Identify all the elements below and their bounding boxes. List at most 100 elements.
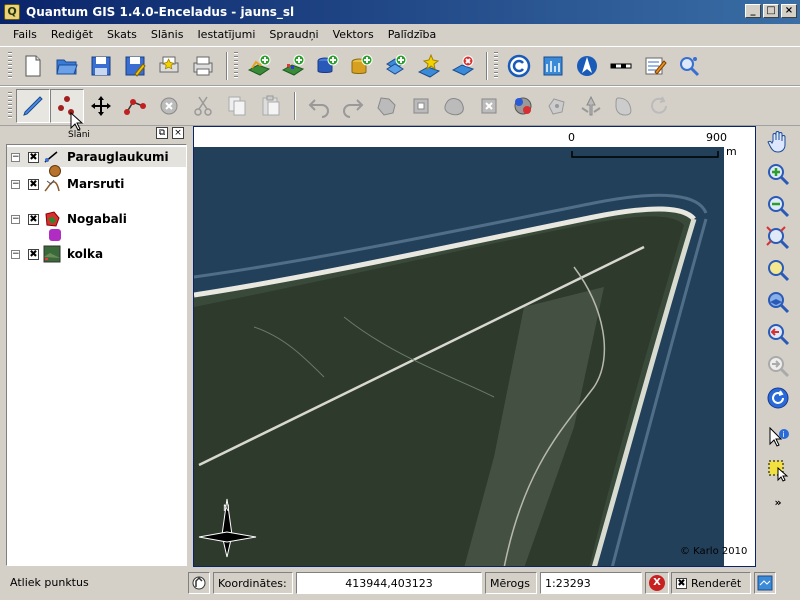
- save-as-icon[interactable]: [118, 49, 152, 83]
- reshape-icon[interactable]: [540, 89, 574, 123]
- layer-item-marsruti[interactable]: − ✖ Marsruti: [7, 174, 186, 194]
- paste-features-icon[interactable]: [254, 89, 288, 123]
- add-postgis-layer-icon[interactable]: [310, 49, 344, 83]
- print-composer-icon[interactable]: [152, 49, 186, 83]
- qgis-app-icon[interactable]: Q: [4, 4, 20, 20]
- scale-field[interactable]: 1:23293: [540, 572, 642, 594]
- maximize-button[interactable]: □: [763, 4, 779, 18]
- render-checkbox[interactable]: ✖: [676, 577, 687, 589]
- cut-features-icon[interactable]: [186, 89, 220, 123]
- add-island-icon[interactable]: [438, 89, 472, 123]
- line-layer-icon: [44, 179, 60, 192]
- scale-bar-icon[interactable]: [604, 49, 638, 83]
- projection-icon: [757, 575, 773, 591]
- add-raster-layer-icon[interactable]: [276, 49, 310, 83]
- move-feature-icon[interactable]: [84, 89, 118, 123]
- zoom-to-selection-icon[interactable]: [761, 254, 795, 286]
- scale-bar-unit: m: [726, 145, 737, 158]
- print-icon[interactable]: [186, 49, 220, 83]
- toolbar-grip[interactable]: [494, 52, 498, 80]
- layer-item-nogabali[interactable]: − ✖ Nogabali: [7, 209, 186, 229]
- refresh-icon[interactable]: [761, 382, 795, 414]
- panel-float-button[interactable]: ⧉: [156, 127, 168, 139]
- render-toggle[interactable]: ✖ Renderēt: [671, 572, 751, 594]
- projection-button[interactable]: [754, 572, 776, 594]
- layer-visibility-checkbox[interactable]: ✖: [28, 151, 39, 163]
- pan-icon[interactable]: [761, 126, 795, 158]
- satellite-image: 0 900 m N © Karlo 2010: [194, 127, 755, 566]
- crs-lock-button[interactable]: [188, 572, 210, 594]
- save-project-icon[interactable]: [84, 49, 118, 83]
- svg-text:i: i: [783, 430, 785, 439]
- toggle-editing-icon[interactable]: [16, 89, 50, 123]
- simplify-feature-icon[interactable]: [370, 89, 404, 123]
- menu-plugins[interactable]: Spraudņi: [262, 28, 325, 41]
- layer-visibility-checkbox[interactable]: ✖: [28, 248, 39, 260]
- toolbar-separator: [486, 52, 488, 80]
- layer-expander[interactable]: −: [11, 152, 20, 162]
- edit-notes-icon[interactable]: [638, 49, 672, 83]
- layer-expander[interactable]: −: [11, 249, 20, 259]
- menu-file[interactable]: Fails: [6, 28, 44, 41]
- zoom-next-icon[interactable]: [761, 350, 795, 382]
- more-tools-chevron-icon[interactable]: »: [774, 496, 781, 509]
- identify-icon[interactable]: i: [761, 422, 795, 454]
- layer-visibility-checkbox[interactable]: ✖: [28, 213, 39, 225]
- menu-help[interactable]: Palīdzība: [381, 28, 444, 41]
- minimize-button[interactable]: _: [745, 4, 761, 18]
- layers-tree[interactable]: − ✖ Parauglaukumi − ✖ Marsruti − ✖ Nogab…: [6, 144, 187, 566]
- delete-ring-icon[interactable]: [472, 89, 506, 123]
- zoom-full-icon[interactable]: [761, 222, 795, 254]
- close-button[interactable]: ×: [781, 4, 797, 18]
- undo-icon[interactable]: [302, 89, 336, 123]
- copy-features-icon[interactable]: [220, 89, 254, 123]
- zoom-last-icon[interactable]: [761, 318, 795, 350]
- menu-edit[interactable]: Rediģēt: [44, 28, 100, 41]
- toolbar-grip[interactable]: [8, 92, 12, 120]
- add-vector-layer-icon[interactable]: [242, 49, 276, 83]
- panel-close-button[interactable]: ×: [172, 127, 184, 139]
- point-layer-icon: [44, 151, 58, 163]
- coordinates-label: Koordinātes:: [213, 572, 293, 594]
- map-canvas[interactable]: 0 900 m N © Karlo 2010: [193, 126, 756, 567]
- layer-visibility-checkbox[interactable]: ✖: [28, 178, 39, 190]
- merge-features-icon[interactable]: [608, 89, 642, 123]
- split-features-icon[interactable]: [574, 89, 608, 123]
- new-shapefile-icon[interactable]: [412, 49, 446, 83]
- add-ring-icon[interactable]: [404, 89, 438, 123]
- zoom-to-layer-icon[interactable]: [761, 286, 795, 318]
- toolbar-grip[interactable]: [234, 52, 238, 80]
- stop-render-button[interactable]: X: [645, 572, 669, 594]
- layer-expander[interactable]: −: [11, 214, 20, 224]
- redo-icon[interactable]: [336, 89, 370, 123]
- remove-layer-icon[interactable]: [446, 49, 480, 83]
- window-title: Quantum GIS 1.4.0-Enceladus - jauns_sl: [26, 5, 295, 19]
- select-features-icon[interactable]: [761, 454, 795, 486]
- menu-vector[interactable]: Vektors: [326, 28, 381, 41]
- layer-expander[interactable]: −: [11, 179, 20, 189]
- zoom-out-icon[interactable]: [761, 190, 795, 222]
- window-controls: _ □ ×: [745, 4, 797, 18]
- new-project-icon[interactable]: [16, 49, 50, 83]
- delete-selected-icon[interactable]: [152, 89, 186, 123]
- menu-settings[interactable]: Iestatījumi: [190, 28, 262, 41]
- delete-part-icon[interactable]: [506, 89, 540, 123]
- node-tool-icon[interactable]: [118, 89, 152, 123]
- plugin-search-icon[interactable]: [672, 49, 706, 83]
- add-spatialite-layer-icon[interactable]: [344, 49, 378, 83]
- north-arrow-icon[interactable]: [570, 49, 604, 83]
- open-project-icon[interactable]: [50, 49, 84, 83]
- georeferencer-icon[interactable]: [536, 49, 570, 83]
- menu-layer[interactable]: Slānis: [144, 28, 191, 41]
- layer-item-parauglaukumi[interactable]: − ✖ Parauglaukumi: [7, 147, 186, 167]
- menu-bar: Fails Rediģēt Skats Slānis Iestatījumi S…: [0, 24, 800, 44]
- coordinates-field[interactable]: 413944,403123: [296, 572, 482, 594]
- copyright-icon[interactable]: [502, 49, 536, 83]
- zoom-in-icon[interactable]: [761, 158, 795, 190]
- rotate-icon[interactable]: [642, 89, 676, 123]
- main-toolbar: [0, 46, 800, 86]
- add-wms-layer-icon[interactable]: [378, 49, 412, 83]
- toolbar-grip[interactable]: [8, 52, 12, 80]
- menu-view[interactable]: Skats: [100, 28, 144, 41]
- layer-item-kolka[interactable]: − ✖ kolka: [7, 244, 186, 264]
